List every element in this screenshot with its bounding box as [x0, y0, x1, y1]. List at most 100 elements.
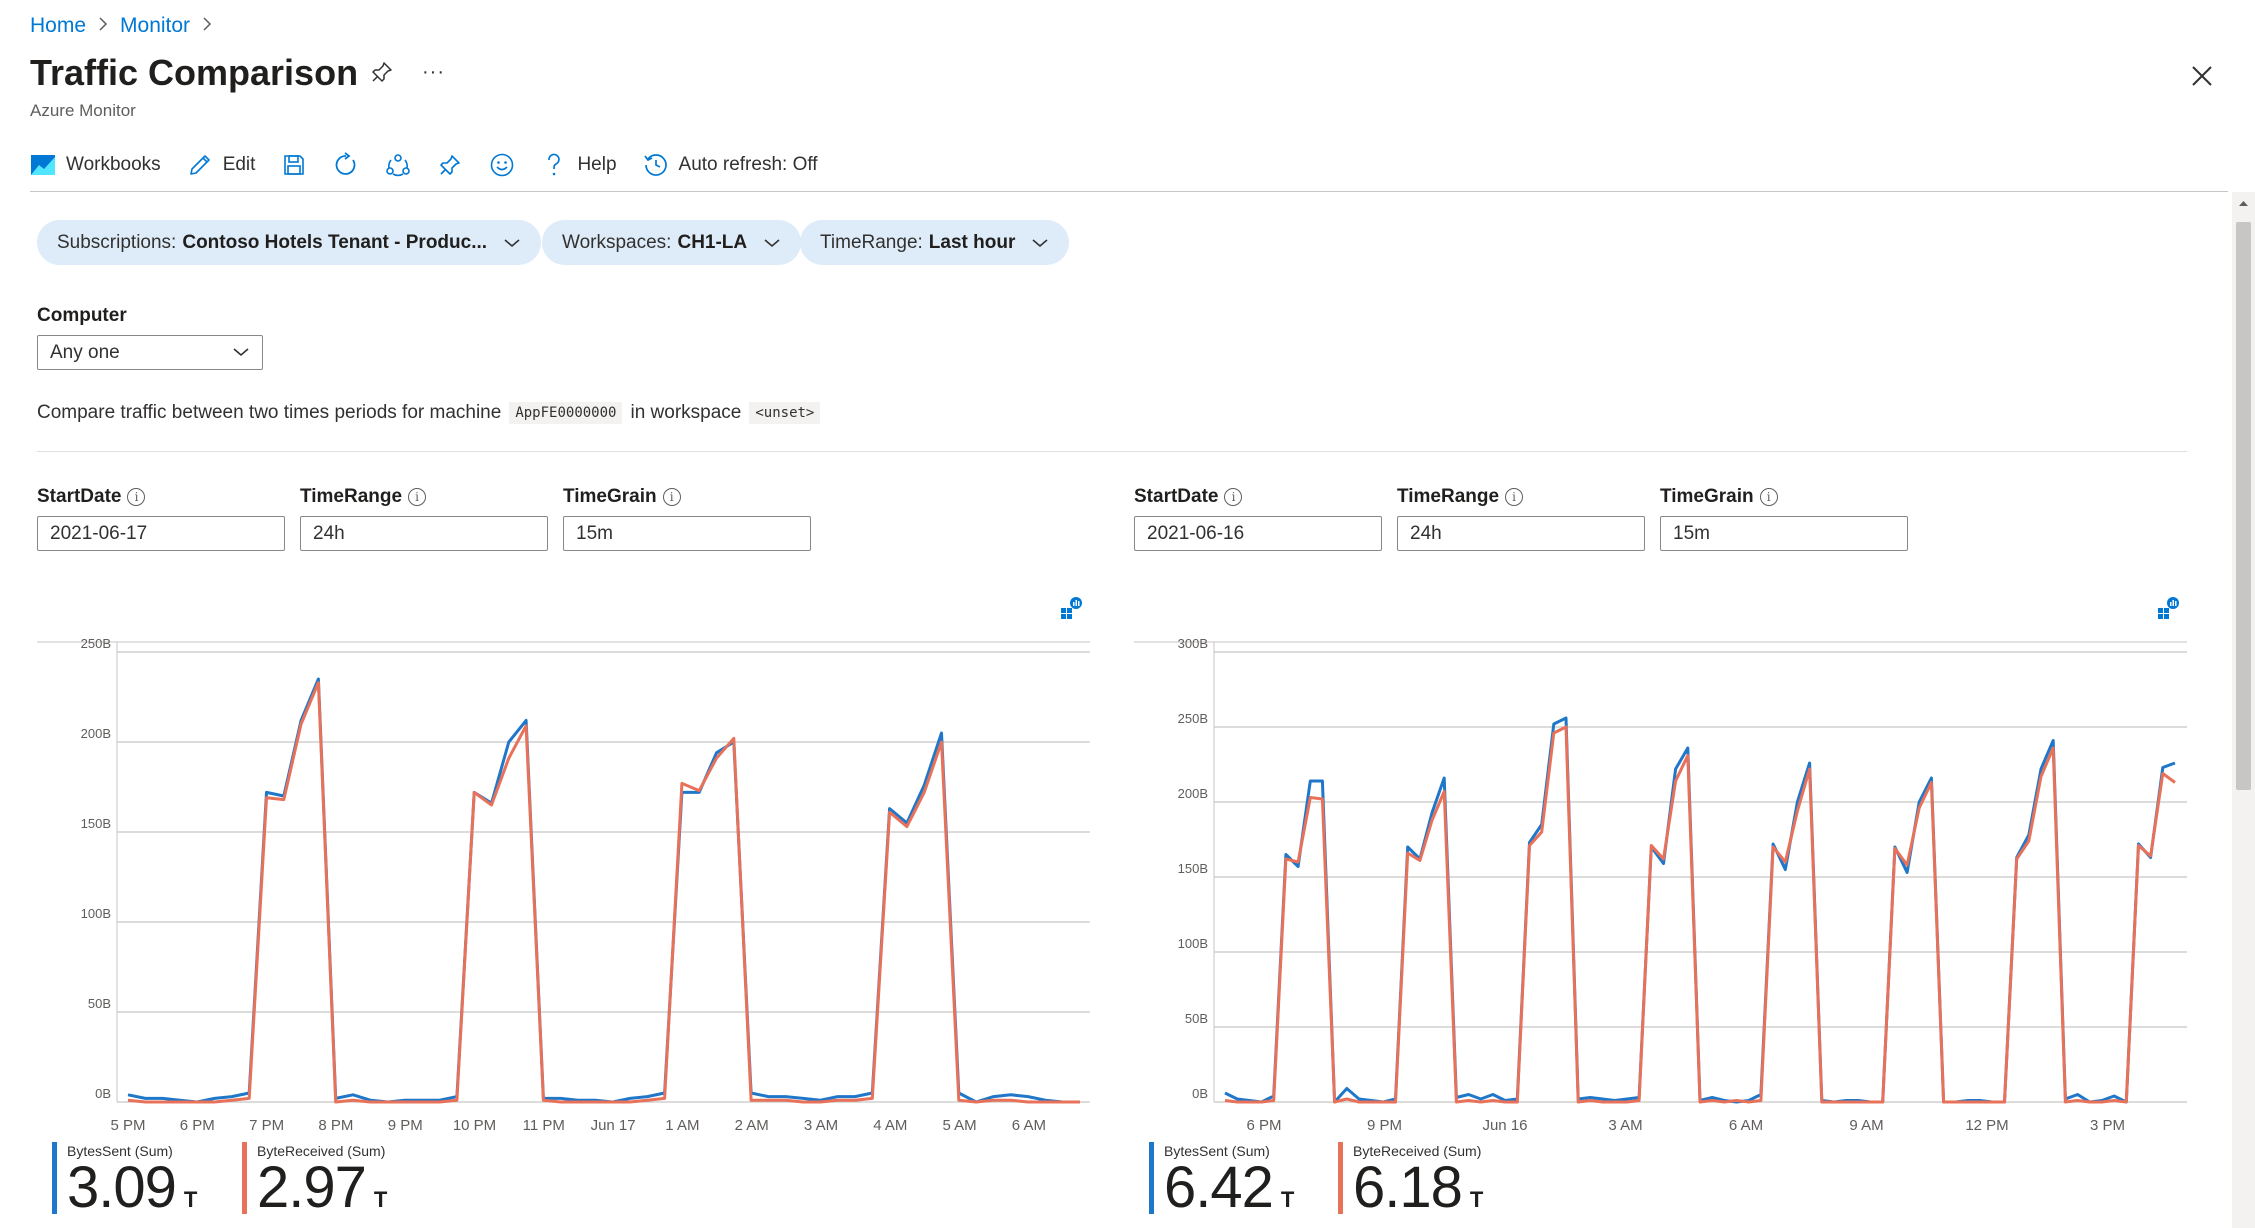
info-icon[interactable]: i [408, 488, 427, 506]
chevron-down-icon [763, 237, 781, 249]
y-tick-label: 50B [1185, 1011, 1208, 1026]
chevron-down-icon [503, 237, 521, 249]
info-icon[interactable]: i [1759, 488, 1778, 506]
series-line-bytessent[interactable] [1224, 716, 2176, 1104]
x-tick-label: 9 PM [388, 1117, 423, 1134]
machine-code: AppFE0000000 [509, 402, 623, 424]
tile-unit: T [1469, 1187, 1484, 1212]
more-options-button[interactable]: ··· [422, 61, 445, 84]
share-icon [385, 152, 411, 178]
info-icon[interactable]: i [1505, 488, 1524, 506]
y-tick-label: 150B [81, 816, 111, 831]
x-tick-label: 9 AM [1849, 1117, 1883, 1134]
chart-toggle-icon[interactable] [1060, 596, 1084, 620]
x-tick-label: 2 AM [735, 1117, 769, 1134]
x-tick-label: 3 PM [2090, 1117, 2125, 1134]
feedback-button[interactable] [489, 152, 515, 178]
chevron-right-icon [98, 15, 108, 38]
y-tick-label: 0B [1192, 1086, 1208, 1101]
left-timegrain-input[interactable]: 15m [563, 516, 811, 551]
pin-icon [437, 152, 463, 178]
chevron-down-icon [232, 342, 250, 364]
scroll-up-icon[interactable] [2236, 198, 2251, 214]
left-startdate-label: StartDate i [37, 486, 146, 508]
workbooks-icon [30, 152, 56, 178]
chevron-down-icon [1031, 237, 1049, 249]
title-actions: ··· [370, 60, 445, 84]
subscriptions-pill[interactable]: Subscriptions: Contoso Hotels Tenant - P… [37, 220, 542, 265]
y-tick-label: 100B [81, 906, 111, 921]
y-tick-label: 100B [1178, 936, 1208, 951]
help-button[interactable]: Help [541, 152, 617, 178]
toolbar: Workbooks Edit Help Auto refresh: Off [30, 148, 844, 182]
tile-bytes-sent-left: BytesSent (Sum) 3.09 T [52, 1142, 197, 1228]
computer-label: Computer [37, 305, 127, 326]
pin-to-dashboard-button[interactable] [437, 152, 463, 178]
info-icon[interactable]: i [127, 488, 146, 506]
tile-bytes-sent-right: BytesSent (Sum) 6.42 T [1149, 1142, 1294, 1228]
y-tick-label: 150B [1178, 861, 1208, 876]
info-icon[interactable]: i [662, 488, 681, 506]
x-tick-label: 10 PM [453, 1117, 496, 1134]
close-button[interactable] [2188, 62, 2216, 90]
section-divider [37, 451, 2187, 452]
edit-button[interactable]: Edit [187, 152, 256, 178]
workbooks-label: Workbooks [66, 154, 161, 175]
x-tick-label: 11 PM [523, 1117, 565, 1134]
y-tick-label: 250B [81, 636, 111, 651]
description-middle: in workspace [630, 402, 742, 423]
clock-refresh-icon [643, 152, 669, 178]
pin-icon[interactable] [370, 60, 394, 84]
x-tick-label: 5 PM [110, 1117, 145, 1134]
tile-color-bar [52, 1142, 57, 1214]
right-startdate-input[interactable]: 2021-06-16 [1134, 516, 1382, 551]
toolbar-divider [30, 191, 2228, 192]
edit-label: Edit [222, 154, 256, 175]
pill-value: CH1-LA [677, 231, 748, 253]
tile-color-bar [242, 1142, 247, 1214]
x-tick-label: 1 AM [665, 1117, 699, 1134]
y-tick-label: 0B [95, 1086, 111, 1101]
refresh-button[interactable] [333, 152, 359, 178]
x-tick-label: 5 AM [943, 1117, 977, 1134]
pencil-icon [187, 152, 213, 178]
pill-key: Workspaces: [562, 231, 672, 253]
page-title: Traffic Comparison [30, 52, 359, 93]
left-timegrain-label: TimeGrain i [563, 486, 681, 508]
left-startdate-input[interactable]: 2021-06-17 [37, 516, 285, 551]
x-tick-label: 6 PM [1246, 1117, 1281, 1134]
x-tick-label: 4 AM [873, 1117, 907, 1134]
traffic-chart-left: 0B 50B 100B 150B 200B 250B 5 PM 6 PM 7 PM 8 PM 9 P… [37, 636, 1090, 1134]
question-icon [541, 152, 567, 178]
refresh-icon [333, 152, 359, 178]
x-tick-label: 6 AM [1729, 1117, 1763, 1134]
computer-dropdown[interactable]: Any one [37, 335, 263, 370]
auto-refresh-button[interactable]: Auto refresh: Off [643, 152, 818, 178]
workbooks-button[interactable]: Workbooks [30, 152, 161, 178]
y-tick-label: 50B [88, 996, 111, 1011]
tile-color-bar [1149, 1142, 1154, 1214]
timerange-pill[interactable]: TimeRange: Last hour [800, 220, 1070, 265]
tile-unit: T [373, 1187, 388, 1212]
breadcrumb-home[interactable]: Home [30, 14, 86, 38]
tile-color-bar [1338, 1142, 1343, 1214]
breadcrumb: Home Monitor [30, 14, 212, 38]
scrollbar-thumb[interactable] [2236, 222, 2251, 790]
share-button[interactable] [385, 152, 411, 178]
left-timerange-input[interactable]: 24h [300, 516, 548, 551]
info-icon[interactable]: i [1224, 488, 1243, 506]
save-button[interactable] [281, 152, 307, 178]
right-timerange-input[interactable]: 24h [1397, 516, 1645, 551]
close-icon [2192, 66, 2212, 86]
right-timegrain-input[interactable]: 15m [1660, 516, 1908, 551]
workspaces-pill[interactable]: Workspaces: CH1-LA [542, 220, 802, 265]
y-tick-label: 300B [1178, 636, 1208, 651]
tile-unit: T [1280, 1187, 1295, 1212]
breadcrumb-monitor[interactable]: Monitor [120, 14, 190, 38]
tile-value: 2.97 [257, 1155, 367, 1220]
tile-value: 6.42 [1164, 1155, 1274, 1220]
chart-toggle-icon[interactable] [2157, 596, 2181, 620]
pill-value: Contoso Hotels Tenant - Produc... [182, 231, 488, 253]
x-tick-label: 3 AM [1608, 1117, 1642, 1134]
series-line-bytereceived[interactable] [1224, 725, 2176, 1104]
